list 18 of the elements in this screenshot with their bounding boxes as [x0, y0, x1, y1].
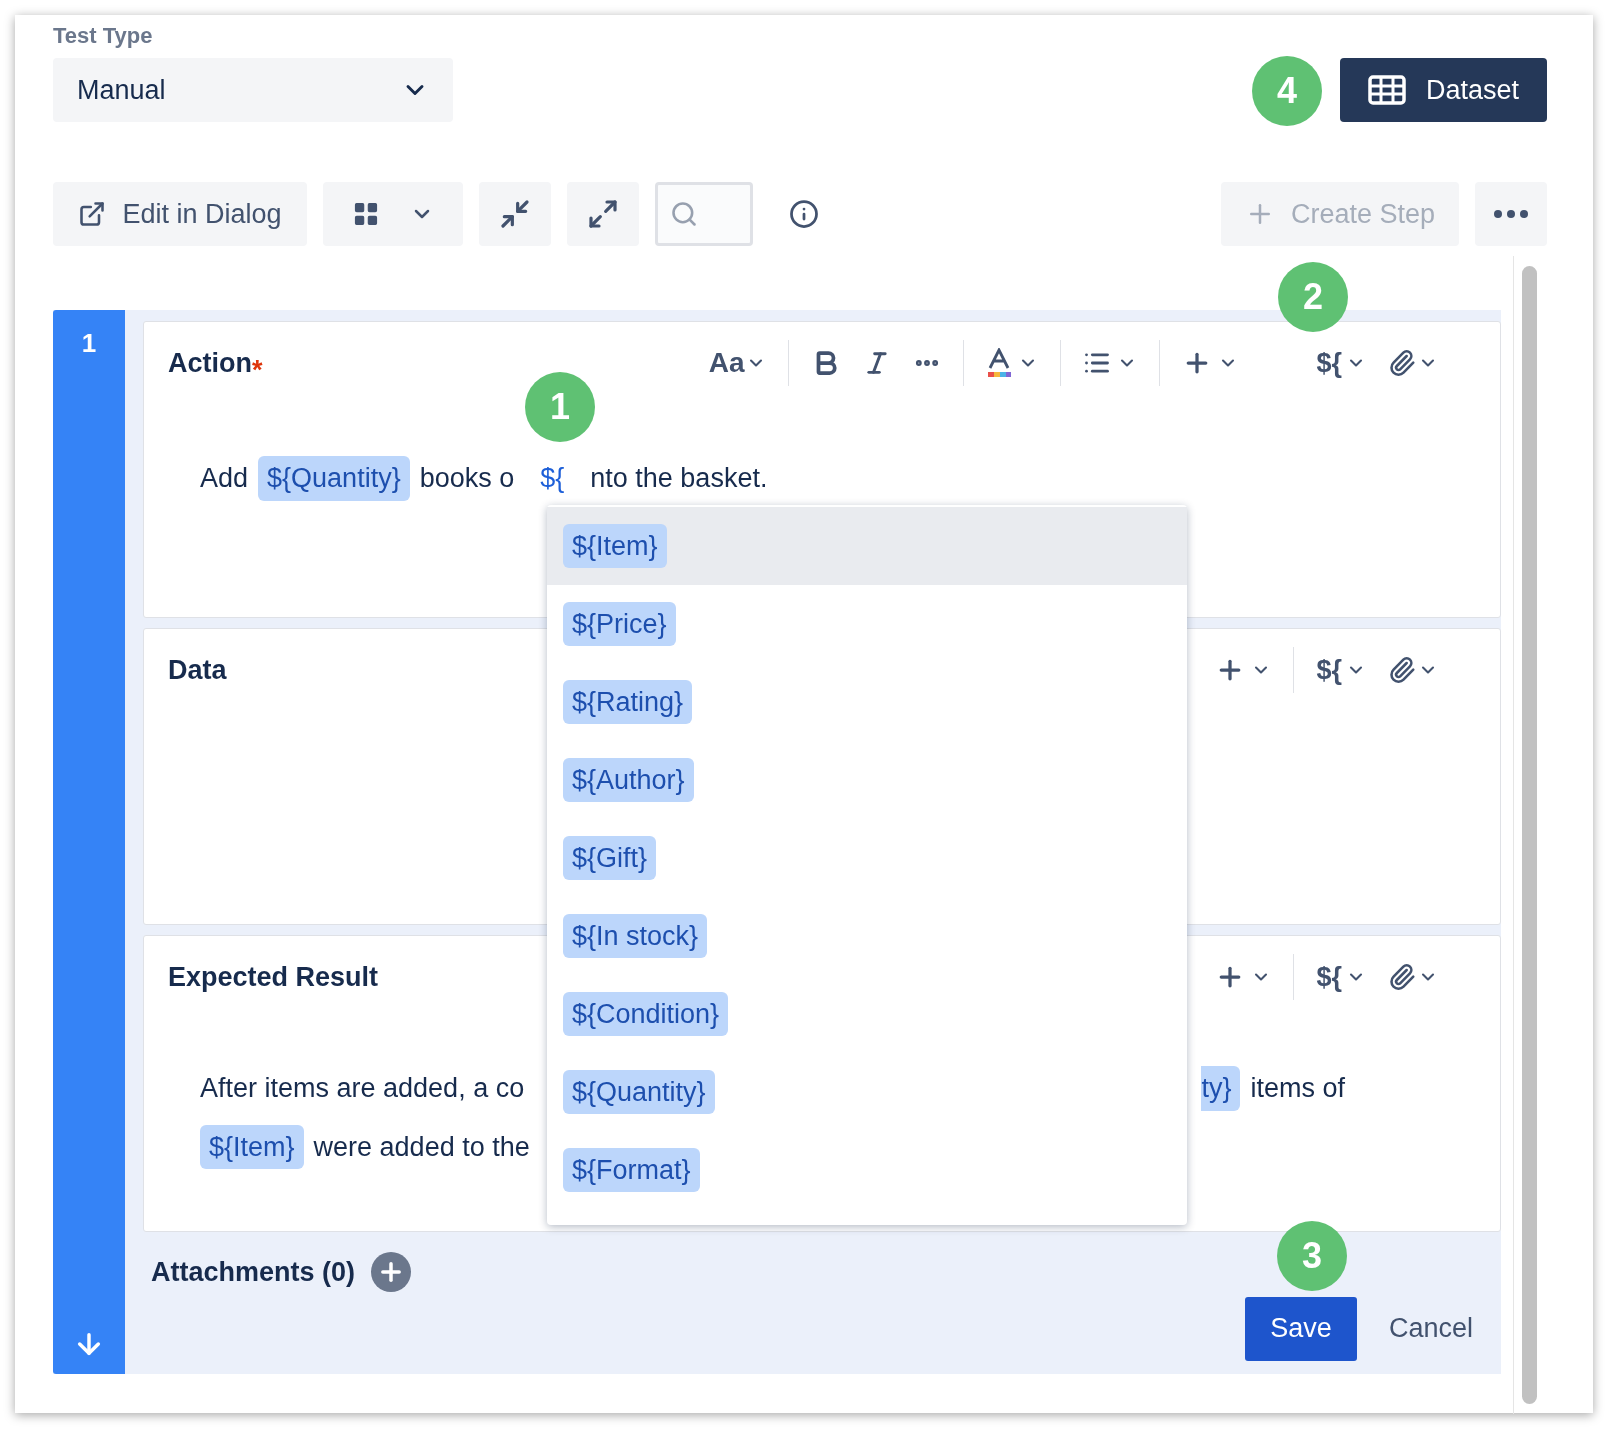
field-label: Data: [168, 653, 227, 687]
attachments-label: Attachments (0): [151, 1256, 356, 1289]
variable-tag: ${Item}: [200, 1124, 304, 1169]
step-number: 1: [81, 327, 97, 360]
body-text: were added to the: [313, 1130, 530, 1164]
callout-badge: 2: [1278, 262, 1348, 332]
field-label: Action: [168, 346, 252, 380]
callout-badge: 4: [1252, 56, 1322, 126]
field-label: Test Type: [53, 22, 154, 50]
field-label: Expected Result: [168, 960, 379, 994]
variable-tag: ty}: [1201, 1066, 1241, 1111]
required-mark: *: [252, 355, 263, 387]
body-text: Add: [200, 462, 249, 495]
body-text: items of: [1250, 1072, 1345, 1105]
body-text: books o: [419, 462, 515, 495]
body-text: nto the basket.: [590, 462, 768, 495]
variable-tag: ${Quantity}: [258, 456, 410, 501]
body-text: After items are added, a co: [200, 1072, 525, 1105]
